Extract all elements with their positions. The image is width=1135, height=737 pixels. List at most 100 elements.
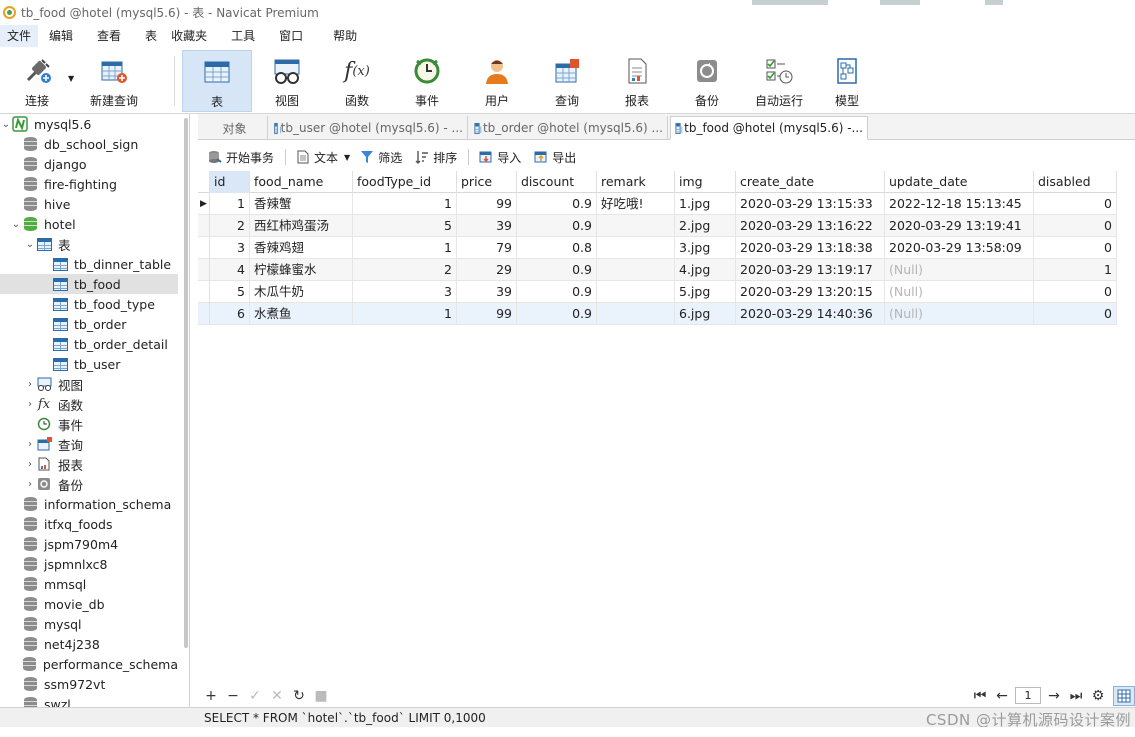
cell-update-date[interactable]: 2022-12-18 15:13:45	[885, 193, 1034, 215]
tree-database[interactable]: db_school_sign	[0, 134, 178, 154]
tree-database[interactable]: net4j238	[0, 634, 178, 654]
function-button[interactable]: f (x) 函数	[332, 50, 382, 112]
tree-folder[interactable]: › 查询	[0, 434, 178, 454]
tree-database[interactable]: django	[0, 154, 178, 174]
table-row[interactable]: 3 香辣鸡翅 1 79 0.8 3.jpg 2020-03-29 13:18:38 2020-…	[198, 237, 1117, 259]
column-header-remark[interactable]: remark	[597, 171, 675, 193]
page-number-input[interactable]: 1	[1015, 687, 1041, 704]
stop-button[interactable]: ■	[310, 686, 332, 706]
report-button[interactable]: 报表	[612, 50, 662, 112]
tree-table-tb-food-type[interactable]: tb_food_type	[0, 294, 178, 314]
cell-update-date[interactable]: 2020-03-29 13:19:41	[885, 215, 1034, 237]
cell-update-date[interactable]: (Null)	[885, 303, 1034, 325]
cell-img[interactable]: 4.jpg	[675, 259, 736, 281]
chevron-right-icon[interactable]: ›	[24, 399, 36, 410]
tree-folder[interactable]: › 报表	[0, 454, 178, 474]
cell-remark[interactable]	[597, 259, 675, 281]
tree-database[interactable]: jspmnlxc8	[0, 554, 178, 574]
cell-id[interactable]: 4	[210, 259, 250, 281]
cell-discount[interactable]: 0.8	[517, 237, 597, 259]
chevron-down-icon[interactable]: ⌄	[24, 239, 36, 250]
cell-price[interactable]: 39	[457, 281, 517, 303]
table-button[interactable]: 表	[182, 50, 252, 112]
cell-price[interactable]: 29	[457, 259, 517, 281]
new-query-button[interactable]: 新建查询	[86, 50, 142, 112]
cell-disabled[interactable]: 0	[1034, 281, 1117, 303]
last-page-button[interactable]: ⏭	[1065, 686, 1087, 706]
settings-gear-icon[interactable]: ⚙	[1087, 686, 1109, 706]
filter-button[interactable]: 筛选	[357, 147, 405, 167]
cell-img[interactable]: 6.jpg	[675, 303, 736, 325]
tree-database[interactable]: ssm972vt	[0, 674, 178, 694]
cell-create-date[interactable]: 2020-03-29 13:20:15	[736, 281, 885, 303]
cell-img[interactable]: 1.jpg	[675, 193, 736, 215]
tree-database[interactable]: mmsql	[0, 574, 178, 594]
cell-img[interactable]: 2.jpg	[675, 215, 736, 237]
cell-update-date[interactable]: (Null)	[885, 259, 1034, 281]
cell-foodtype-id[interactable]: 2	[353, 259, 457, 281]
menu-window[interactable]: 窗口	[272, 25, 310, 47]
column-header-update-date[interactable]: update_date	[885, 171, 1034, 193]
column-header-disabled[interactable]: disabled	[1034, 171, 1117, 193]
chevron-right-icon[interactable]: ›	[24, 459, 36, 470]
first-page-button[interactable]: ⏮	[969, 686, 991, 706]
chevron-right-icon[interactable]: ›	[24, 439, 36, 450]
tree-database-hotel[interactable]: ⌄ hotel	[0, 214, 178, 234]
text-button[interactable]: 文本 ▼	[293, 147, 353, 167]
cell-price[interactable]: 99	[457, 303, 517, 325]
cell-food-name[interactable]: 木瓜牛奶	[250, 281, 353, 303]
menu-tools[interactable]: 工具	[224, 25, 262, 47]
begin-transaction-button[interactable]: 开始事务	[205, 147, 277, 167]
cell-id[interactable]: 1	[210, 193, 250, 215]
cell-food-name[interactable]: 柠檬蜂蜜水	[250, 259, 353, 281]
column-header-discount[interactable]: discount	[517, 171, 597, 193]
cell-remark[interactable]	[597, 303, 675, 325]
table-row[interactable]: 4 柠檬蜂蜜水 2 29 0.9 4.jpg 2020-03-29 13:19:17 (Nul…	[198, 259, 1117, 281]
cell-discount[interactable]: 0.9	[517, 303, 597, 325]
tree-table-tb-user[interactable]: tb_user	[0, 354, 178, 374]
delete-record-button[interactable]: −	[222, 686, 244, 706]
user-button[interactable]: 用户	[472, 50, 522, 112]
cell-food-name[interactable]: 香辣鸡翅	[250, 237, 353, 259]
tree-database[interactable]: mysql	[0, 614, 178, 634]
grid-view-toggle[interactable]	[1113, 685, 1135, 706]
tree-database[interactable]: information_schema	[0, 494, 178, 514]
cell-remark[interactable]	[597, 237, 675, 259]
cell-foodtype-id[interactable]: 5	[353, 215, 457, 237]
tab-objects[interactable]: 对象	[202, 116, 268, 140]
column-header-id[interactable]: id	[210, 171, 250, 193]
event-button[interactable]: 事件	[402, 50, 452, 112]
row-marker[interactable]	[198, 237, 210, 259]
cell-create-date[interactable]: 2020-03-29 14:40:36	[736, 303, 885, 325]
chevron-down-icon[interactable]: ▼	[344, 153, 350, 162]
tree-database[interactable]: swzl	[0, 694, 178, 707]
prev-page-button[interactable]: ←	[991, 686, 1013, 706]
chevron-down-icon[interactable]: ⌄	[10, 219, 22, 230]
cell-id[interactable]: 3	[210, 237, 250, 259]
tree-database[interactable]: performance_schema	[0, 654, 178, 674]
cell-food-name[interactable]: 香辣蟹	[250, 193, 353, 215]
cell-create-date[interactable]: 2020-03-29 13:15:33	[736, 193, 885, 215]
menu-help[interactable]: 帮助	[326, 25, 364, 47]
tree-database[interactable]: itfxq_foods	[0, 514, 178, 534]
import-button[interactable]: 导入	[476, 147, 524, 167]
column-header-price[interactable]: price	[457, 171, 517, 193]
menu-table[interactable]: 表	[138, 25, 164, 47]
tree-table-tb-order-detail[interactable]: tb_order_detail	[0, 334, 178, 354]
cell-update-date[interactable]: (Null)	[885, 281, 1034, 303]
cell-id[interactable]: 2	[210, 215, 250, 237]
cell-discount[interactable]: 0.9	[517, 193, 597, 215]
table-row[interactable]: 6 水煮鱼 1 99 0.9 6.jpg 2020-03-29 14:40:36 (Null)…	[198, 303, 1117, 325]
cell-foodtype-id[interactable]: 1	[353, 303, 457, 325]
tree-table-tb-order[interactable]: tb_order	[0, 314, 178, 334]
menu-view[interactable]: 查看	[90, 25, 128, 47]
row-marker[interactable]	[198, 281, 210, 303]
add-record-button[interactable]: +	[200, 686, 222, 706]
refresh-button[interactable]: ↻	[288, 686, 310, 706]
menu-favorites[interactable]: 收藏夹	[164, 25, 214, 47]
sidebar-scrollbar[interactable]	[184, 118, 188, 648]
row-marker[interactable]	[198, 303, 210, 325]
next-page-button[interactable]: →	[1043, 686, 1065, 706]
tree-database[interactable]: hive	[0, 194, 178, 214]
tree-table-tb-food[interactable]: tb_food	[0, 274, 178, 294]
